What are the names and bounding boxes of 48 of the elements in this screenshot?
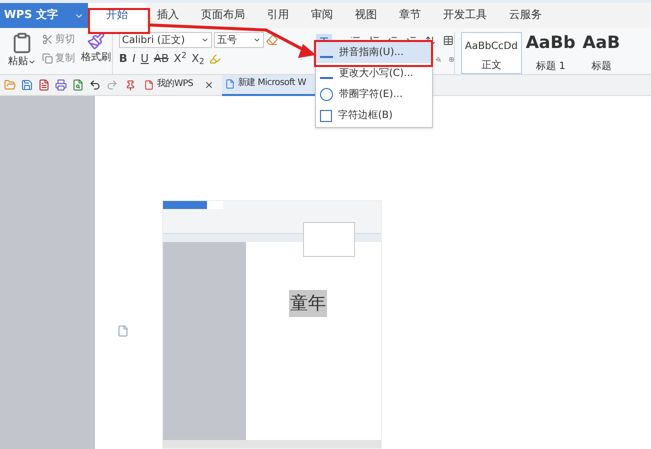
undo-icon[interactable] [89,79,101,91]
circled-char-icon [320,88,333,101]
paste-button[interactable]: 粘贴 [8,54,36,69]
menu-item[interactable]: 字符边框(B) [316,105,432,126]
ribbon-tab[interactable]: 插入 [146,3,190,28]
format-button[interactable]: I [132,51,136,68]
table-icon[interactable] [443,34,454,47]
format-painter-button[interactable]: 格式刷 [81,32,111,65]
copy-icon [42,53,53,64]
format-button[interactable]: X$^{2}$ [174,51,187,68]
pdf-export-icon[interactable] [38,79,50,91]
highlight-frame [88,8,150,34]
caret-icon [201,36,209,44]
ribbon-tab[interactable]: 开发工具 [432,3,498,28]
document-tab[interactable]: 我的WPS [141,74,217,96]
ribbon-tab[interactable]: 章节 [388,3,432,28]
print-icon[interactable] [55,79,67,91]
save-icon[interactable] [21,79,33,91]
close-icon[interactable] [204,80,214,90]
clipboard-icon[interactable] [11,32,33,54]
style-preset[interactable]: AaB 标题 [579,32,624,74]
pin-icon[interactable] [125,80,136,90]
caret-icon [253,36,261,44]
format-button[interactable]: AB [154,51,169,68]
selected-text: 童年 [289,290,327,317]
ribbon-tab[interactable]: 视图 [344,3,388,28]
format-button[interactable]: U [140,51,149,68]
app-menu-button[interactable]: WPS 文字 [0,3,88,28]
document-icon [225,79,235,89]
ribbon-tab[interactable]: 引用 [256,3,300,28]
char-border-icon [320,110,332,122]
ribbon-tab[interactable]: 审阅 [300,3,344,28]
scissors-icon [42,34,53,45]
style-preset[interactable]: AaBbCcDd 正文 [461,32,522,74]
format-button[interactable]: B [119,51,128,68]
format-button[interactable]: X$_{2}$ [192,51,204,68]
print-preview-icon[interactable] [72,79,84,91]
style-preset[interactable]: AaBb 标题 1 [522,32,578,74]
font-size-field[interactable]: 五号 [214,32,264,48]
paragraph-marker-icon [117,325,129,337]
font-name-field[interactable]: Calibri (正文) [119,32,212,48]
clear-format-icon[interactable] [266,34,278,46]
document-icon [144,80,154,90]
ribbon-tab[interactable]: 云服务 [498,3,553,28]
mini-menu-drawing [303,222,355,257]
ribbon-tab[interactable]: 页面布局 [190,3,256,28]
menu-item[interactable]: 拼音指南(U)... [316,42,432,63]
paintbrush-icon [87,32,105,50]
